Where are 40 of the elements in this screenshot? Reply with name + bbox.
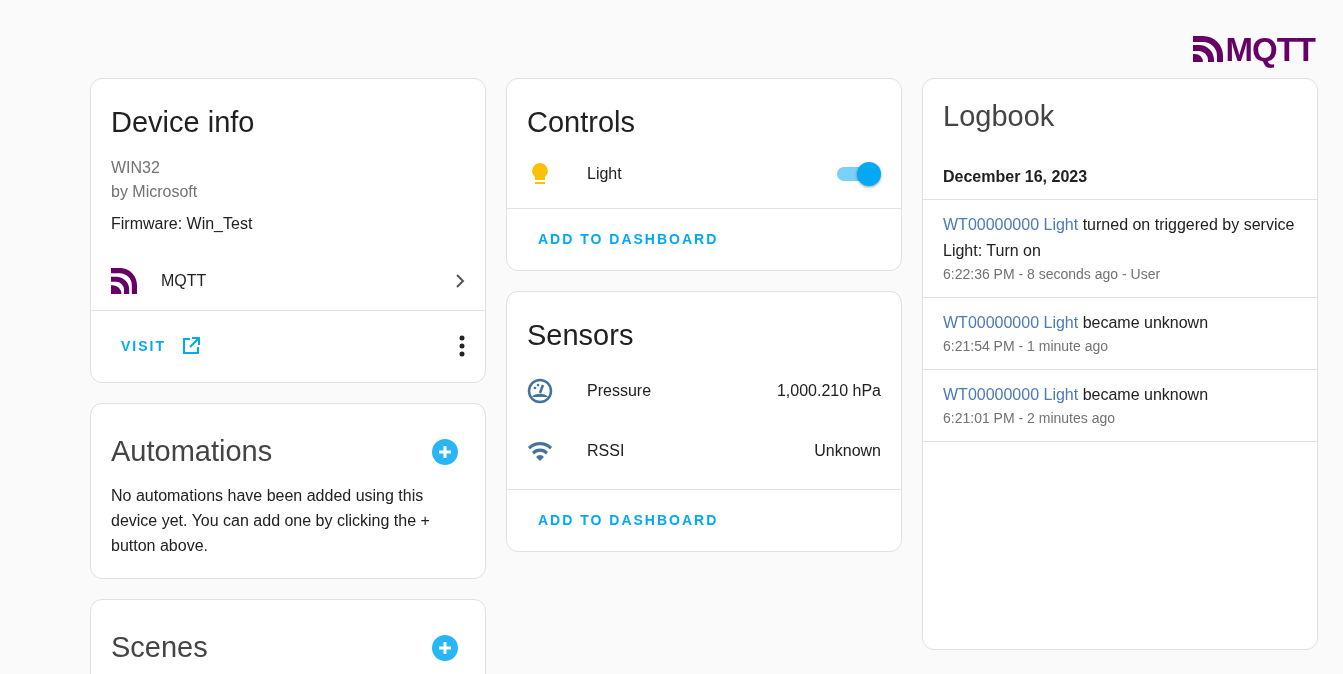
- card-title: Scenes: [111, 630, 208, 666]
- sensor-name: Pressure: [587, 380, 653, 401]
- log-timestamp: 6:21:01 PM - 2 minutes ago: [943, 408, 1116, 428]
- add-icon[interactable]: [432, 438, 458, 465]
- log-message: WT00000000 Light became unknown: [943, 312, 1210, 333]
- empty-message: No automations have been added using this device yet. You can add one by clicking the + button above.: [110, 486, 431, 557]
- manufacturer-text: by Microsoft: [111, 181, 199, 202]
- card-title: Sensors: [526, 317, 635, 353]
- external-link-icon: [182, 337, 200, 356]
- add-to-dashboard-button[interactable]: ADD TO DASHBOARD: [528, 503, 729, 537]
- entity-link[interactable]: WT00000000 Light: [943, 385, 1079, 403]
- card-title: Controls: [526, 105, 636, 140]
- card-title: Automations: [111, 433, 273, 469]
- chevron-right-icon: [455, 272, 465, 289]
- integration-name: MQTT: [161, 270, 208, 291]
- log-message: WT00000000 Light became unknown: [943, 384, 1210, 405]
- firmware-text: Firmware: Win_Test: [111, 213, 254, 234]
- sensor-name: RSSI: [587, 440, 626, 461]
- entity-link[interactable]: WT00000000 Light: [943, 215, 1079, 233]
- more-options-icon[interactable]: [459, 335, 465, 358]
- integration-row[interactable]: MQTT: [91, 251, 485, 310]
- model-text: WIN32: [111, 157, 161, 178]
- entity-name: Light: [587, 163, 623, 184]
- logo-text: MQTT: [1225, 32, 1315, 66]
- sensor-value: Unknown: [814, 440, 881, 461]
- add-icon[interactable]: [432, 635, 458, 662]
- toggle-switch[interactable]: [835, 161, 881, 186]
- log-message: WT00000000 Light turned on triggered by service Light: Turn on: [943, 214, 1296, 261]
- log-timestamp: 6:22:36 PM - 8 seconds ago - User: [943, 264, 1162, 284]
- card-title: Logbook: [942, 99, 1056, 134]
- date-header: December 16, 2023: [923, 138, 1317, 200]
- log-timestamp: 6:21:54 PM - 1 minute ago: [943, 336, 1109, 356]
- card-title: Device info: [110, 105, 256, 140]
- logo-icon: [1192, 36, 1223, 62]
- integration-logo-icon: [111, 267, 137, 294]
- entity-link[interactable]: WT00000000 Light: [943, 313, 1079, 331]
- sensor-value: 1,000.210 hPa: [776, 380, 881, 401]
- visit-link[interactable]: VISIT: [111, 329, 210, 363]
- gauge-icon: [527, 377, 553, 404]
- add-to-dashboard-button[interactable]: ADD TO DASHBOARD: [528, 222, 729, 256]
